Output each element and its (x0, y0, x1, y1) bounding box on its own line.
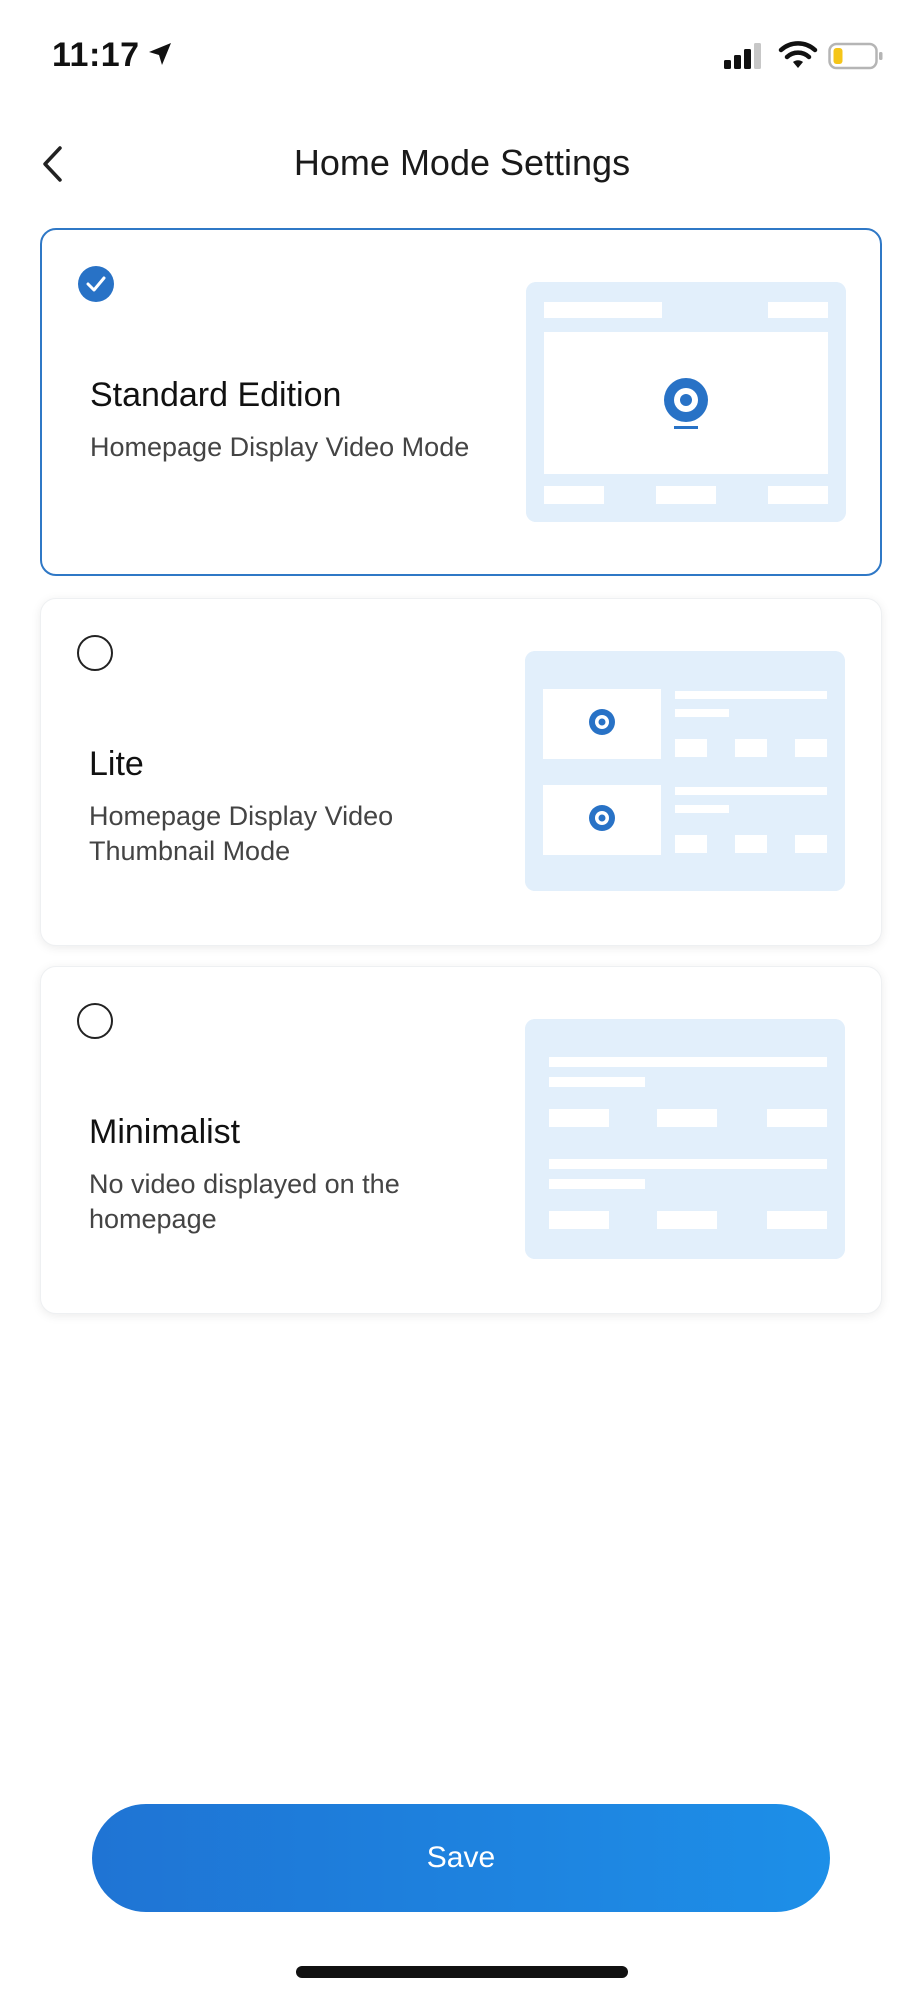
page-title: Home Mode Settings (293, 142, 631, 183)
save-button[interactable]: Save (92, 1804, 830, 1912)
thumbnail-layout-preview-icon (525, 651, 845, 891)
option-description: Homepage Display Video Thumbnail Mode (89, 801, 394, 866)
status-time: 11:17 (52, 36, 140, 74)
option-description: No video displayed on the homepage (89, 1169, 400, 1234)
option-card-lite[interactable]: Lite Homepage Display Video Thumbnail Mo… (40, 598, 882, 946)
option-title: Lite (89, 745, 144, 783)
list-layout-preview-icon (525, 1019, 845, 1259)
option-card-standard[interactable]: Standard Edition Homepage Display Video … (40, 228, 882, 576)
standard-layout-preview-icon (526, 282, 846, 522)
cellular-signal-icon (724, 43, 761, 69)
option-title: Minimalist (89, 1113, 241, 1151)
radio-unchecked-icon[interactable] (77, 635, 113, 671)
option-title: Standard Edition (90, 376, 342, 414)
wifi-icon (778, 41, 818, 68)
battery-low-icon (828, 42, 883, 70)
status-bar: 11:17 (0, 0, 924, 100)
radio-unchecked-icon[interactable] (77, 1003, 113, 1039)
option-card-minimalist[interactable]: Minimalist No video displayed on the hom… (40, 966, 882, 1314)
home-indicator (296, 1966, 628, 1978)
checkmark-circle-icon[interactable] (78, 266, 114, 302)
location-arrow-icon (149, 43, 171, 65)
option-description: Homepage Display Video Mode (90, 432, 470, 462)
